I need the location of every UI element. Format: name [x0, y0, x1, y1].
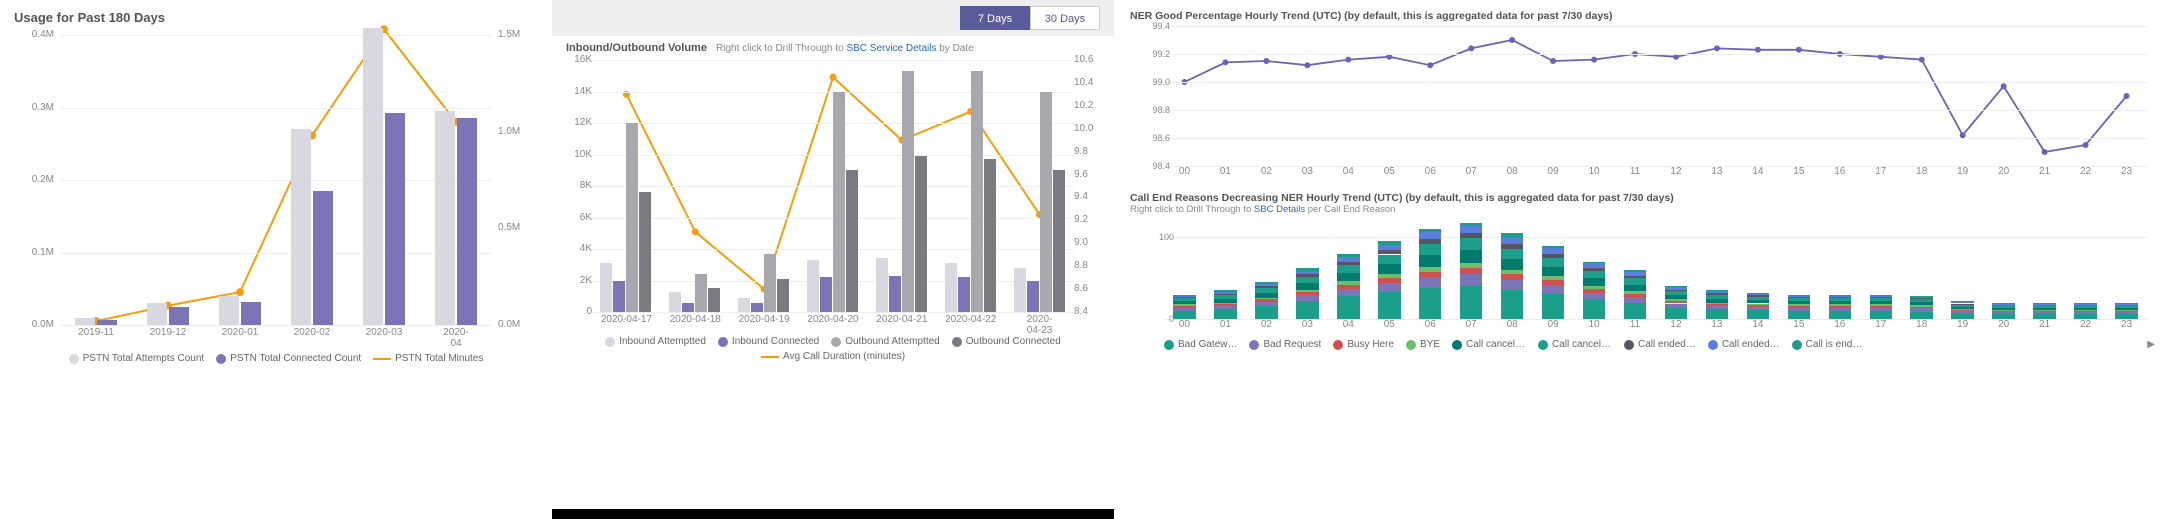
legend-a-attempts: PSTN Total Attempts Count [69, 353, 205, 364]
chart-b-legend: Inbound Attemptted Inbound Connected Out… [552, 336, 1114, 362]
chart-c2-legend: Bad Gatew… Bad Request Busy Here BYE Call ca… [1130, 339, 2155, 350]
panel-c2-hint: Right click to Drill Through to SBC Deta… [1130, 204, 2155, 215]
panel-a-title: Usage for Past 180 Days [14, 10, 538, 25]
legend-c2-item: Busy Here [1333, 339, 1394, 350]
chart-inbound-outbound: 02K4K6K8K10K12K14K16K8.48.68.89.09.29.49… [592, 60, 1074, 312]
panel-usage-180-days: Usage for Past 180 Days 0.0M0.1M0.2M0.3M… [0, 0, 552, 519]
panel-c2-title: Call End Reasons Decreasing NER Hourly T… [1130, 192, 2155, 204]
panel-b-caption: Inbound/Outbound Volume Right click to D… [552, 36, 1114, 54]
legend-c2-item: BYE [1406, 339, 1440, 350]
panel-ner: NER Good Percentage Hourly Trend (UTC) (… [1114, 0, 2171, 519]
legend-c2-item: Call cancell… [1452, 339, 1526, 350]
legend-c2-item: Bad Request [1249, 339, 1321, 350]
legend-b-avg: Avg Call Duration (minutes) [761, 351, 905, 362]
legend-b-out-con: Outbound Connected [952, 336, 1061, 347]
legend-b-in-att: Inbound Attemptted [605, 336, 706, 347]
legend-c2-item: Call cancell… [1538, 339, 1612, 350]
tab-30-days[interactable]: 30 Days [1030, 6, 1100, 30]
tab-7-days[interactable]: 7 Days [960, 6, 1030, 30]
chart-ner-good-pct: 98.498.698.899.099.299.4 [1164, 26, 2147, 166]
link-sbc-details[interactable]: SBC Details [1254, 204, 1305, 215]
chart-call-end-reasons: 0100 [1164, 221, 2147, 319]
chart-a-x-axis: 2019-112019-122020-012020-022020-032020-… [60, 325, 492, 343]
legend-c2-item: Call is end… [1792, 339, 1863, 350]
chart-usage-180-days: 0.0M0.1M0.2M0.3M0.4M0.0M0.5M1.0M1.5M [60, 35, 492, 325]
panel-c1-title: NER Good Percentage Hourly Trend (UTC) (… [1130, 10, 2155, 22]
legend-a-connected: PSTN Total Connected Count [216, 353, 361, 364]
legend-scroll-right-icon[interactable]: ▶ [2147, 339, 2155, 350]
legend-c2-item: Call ended… [1624, 339, 1696, 350]
chart-c2-x-axis: 0001020304050607080910111213141516171819… [1164, 319, 2147, 333]
link-sbc-service-details[interactable]: SBC Service Details [846, 43, 936, 54]
tab-bar: 7 Days 30 Days [552, 0, 1114, 36]
footer-strip [552, 509, 1114, 519]
chart-b-x-axis: 2020-04-172020-04-182020-04-192020-04-20… [592, 312, 1074, 330]
panel-b-title: Inbound/Outbound Volume [566, 42, 707, 54]
legend-c2-item: Bad Gatew… [1164, 339, 1237, 350]
legend-c2-item: Call ended… [1708, 339, 1780, 350]
panel-inbound-outbound: 7 Days 30 Days Inbound/Outbound Volume R… [552, 0, 1114, 519]
chart-a-legend: PSTN Total Attempts Count PSTN Total Con… [14, 353, 538, 364]
legend-a-minutes: PSTN Total Minutes [373, 353, 483, 364]
legend-b-in-con: Inbound Connected [718, 336, 819, 347]
chart-c1-x-axis: 0001020304050607080910111213141516171819… [1164, 166, 2147, 180]
legend-b-out-att: Outbound Attemptted [831, 336, 940, 347]
